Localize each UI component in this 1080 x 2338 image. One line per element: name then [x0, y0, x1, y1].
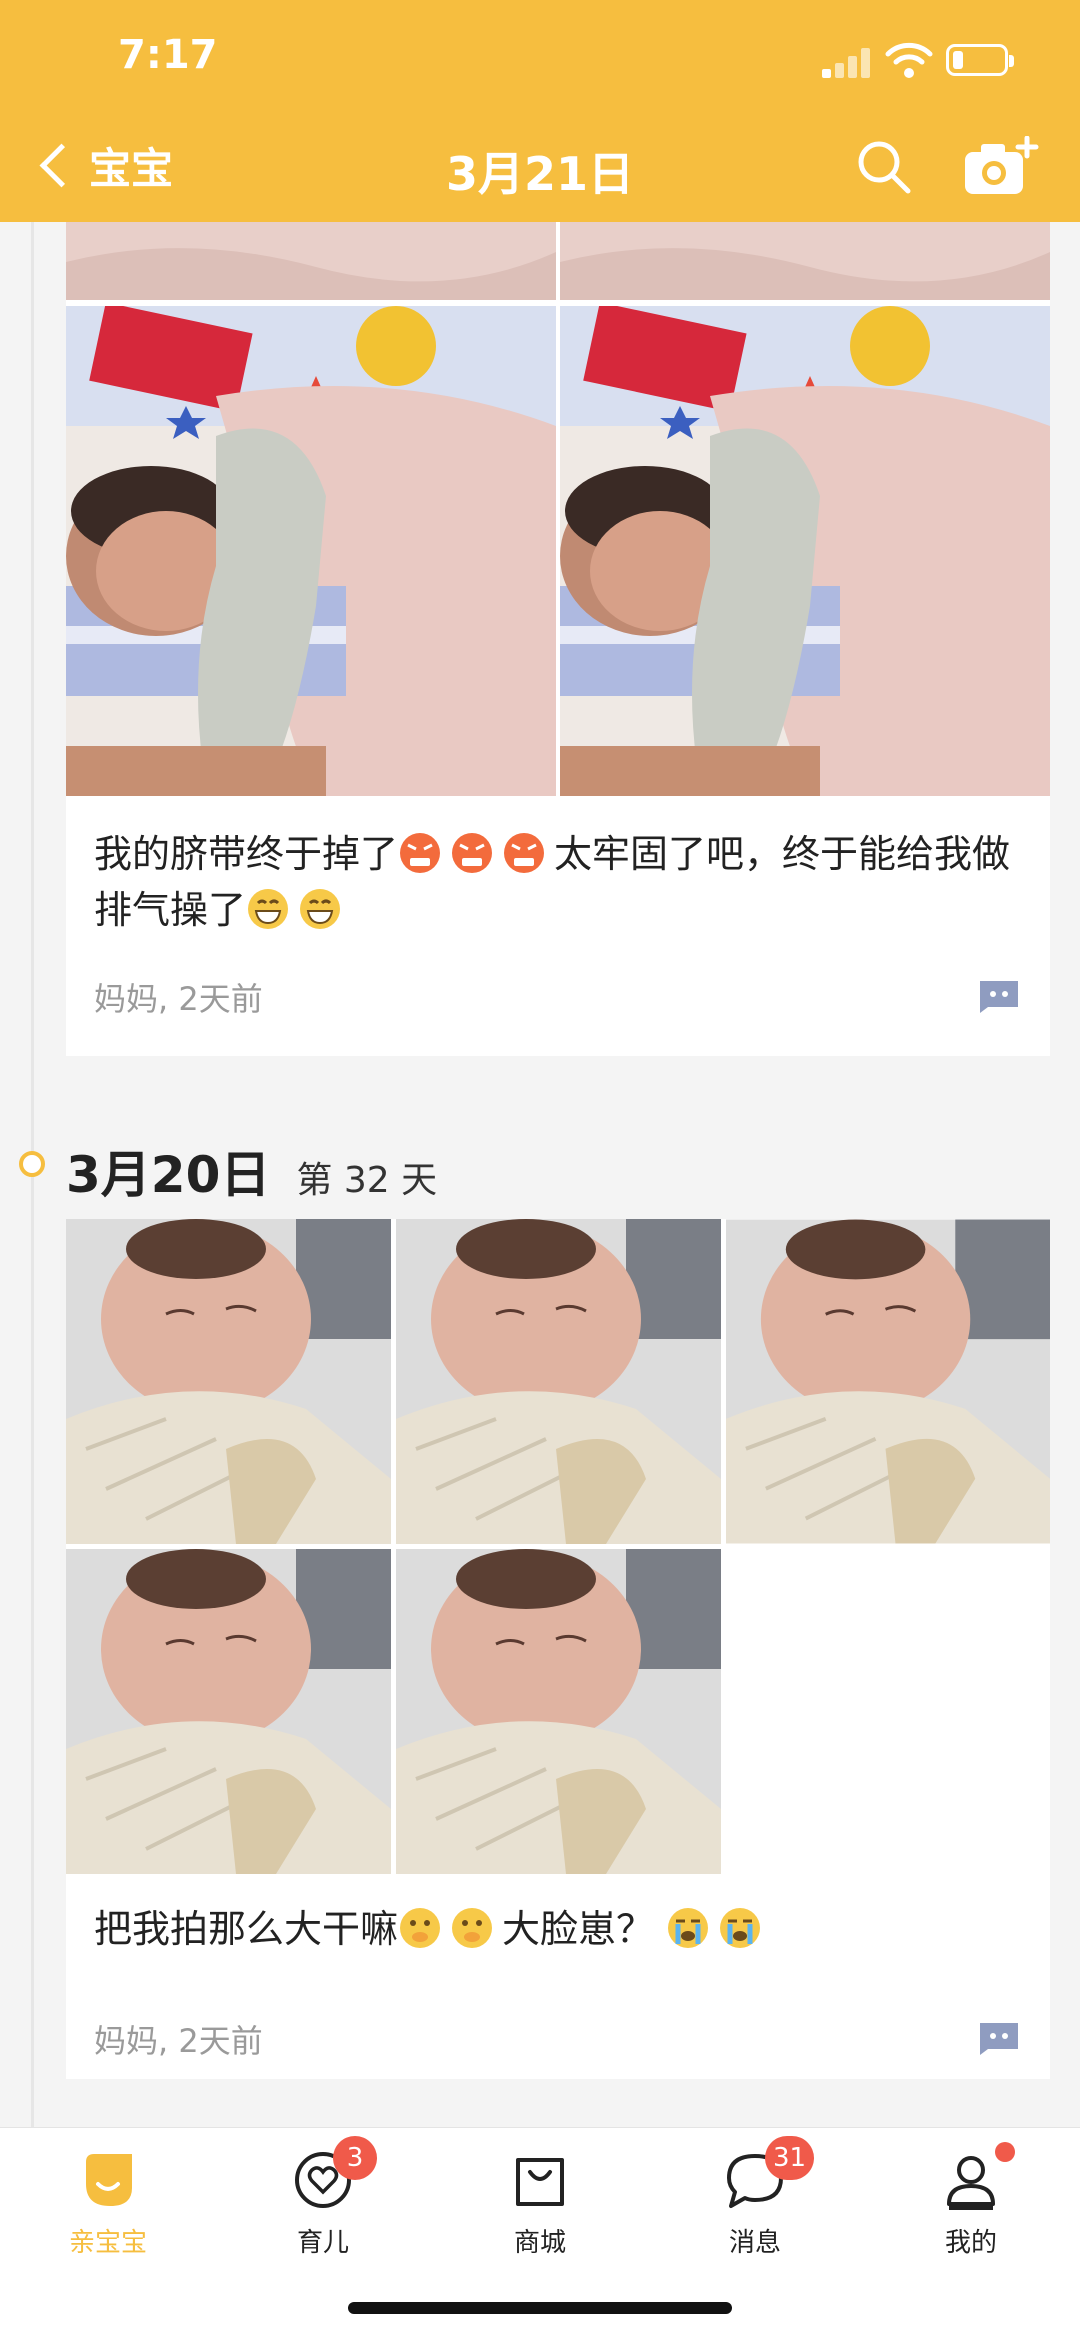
- grin-emoji-icon: [300, 889, 341, 929]
- post-text-part: 把我拍那么大干嘛: [94, 1907, 399, 1951]
- post-author-time: 妈妈, 2天前: [94, 980, 263, 1018]
- photo-thumbnail[interactable]: [396, 1549, 721, 1874]
- photo-thumbnail[interactable]: [726, 1219, 1050, 1544]
- photo-thumbnail[interactable]: [396, 1219, 721, 1544]
- tab-label: 亲宝宝: [68, 2228, 147, 2258]
- tab-shop[interactable]: 商城: [470, 2148, 610, 2259]
- post-card[interactable]: 我的脐带终于掉了 太牢固了吧，终于能给我做排气操了 妈妈, 2天前: [66, 222, 1050, 1056]
- post-text-part: 大脸崽？: [502, 1907, 655, 1951]
- search-icon[interactable]: [855, 138, 913, 196]
- angry-emoji-icon: [452, 833, 493, 873]
- angry-emoji-icon: [400, 833, 441, 873]
- home-indicator: [348, 2302, 732, 2314]
- angry-emoji-icon: [504, 833, 545, 873]
- photo-thumbnail[interactable]: [66, 1219, 391, 1544]
- shush-emoji-icon: [452, 1908, 493, 1948]
- tab-parenting[interactable]: 3 育儿: [253, 2136, 393, 2259]
- tab-home[interactable]: 亲宝宝: [38, 2148, 178, 2259]
- comment-icon[interactable]: [976, 977, 1022, 1013]
- photo-thumbnail[interactable]: [66, 222, 556, 300]
- post-text: 我的脐带终于掉了 太牢固了吧，终于能给我做排气操了: [94, 826, 1024, 938]
- status-time: 7:17: [118, 32, 218, 78]
- camera-add-icon[interactable]: [963, 136, 1039, 198]
- photo-thumbnail[interactable]: [560, 222, 1050, 300]
- tab-profile[interactable]: 我的: [901, 2142, 1041, 2259]
- crying-emoji-icon: [720, 1908, 761, 1948]
- post-text: 把我拍那么大干嘛 大脸崽？: [94, 1901, 1024, 1957]
- notification-badge: 31: [765, 2136, 815, 2180]
- heart-icon: 3: [291, 2136, 377, 2212]
- timeline-date: 3月20日: [66, 1146, 271, 1204]
- shopping-bag-icon: [508, 2148, 572, 2212]
- comment-icon[interactable]: [976, 2019, 1022, 2055]
- tab-label: 我的: [944, 2228, 997, 2258]
- cellular-signal-icon: [822, 48, 874, 78]
- timeline-date-header: 3月20日 第 32 天: [66, 1135, 437, 1207]
- tab-messages[interactable]: 31 消息: [685, 2136, 825, 2259]
- baby-age-days: 第 32 天: [296, 1160, 438, 1201]
- baby-face-icon: [76, 2148, 140, 2212]
- photo-thumbnail[interactable]: [66, 1549, 391, 1874]
- battery-icon: [946, 44, 1014, 76]
- chat-bubble-icon: 31: [723, 2136, 815, 2212]
- photo-thumbnail[interactable]: [560, 306, 1050, 796]
- tab-label: 商城: [513, 2228, 566, 2258]
- person-icon: [939, 2142, 1015, 2212]
- post-text-part: 我的脐带终于掉了: [94, 832, 399, 876]
- shush-emoji-icon: [400, 1908, 441, 1948]
- page-title: 3月21日: [445, 147, 635, 201]
- notification-dot: [995, 2142, 1015, 2162]
- tab-label: 育儿: [296, 2228, 349, 2258]
- post-card[interactable]: 把我拍那么大干嘛 大脸崽？ 妈妈, 2天前: [66, 1219, 1050, 2079]
- photo-thumbnail[interactable]: [66, 306, 556, 796]
- timeline-date-marker: [19, 1151, 45, 1177]
- grin-emoji-icon: [248, 889, 289, 929]
- notification-badge: 3: [333, 2136, 377, 2180]
- top-header: 7:17 宝宝 3月21日: [0, 0, 1080, 222]
- crying-emoji-icon: [668, 1908, 709, 1948]
- wifi-icon: [885, 42, 933, 78]
- tab-label: 消息: [728, 2228, 781, 2258]
- post-author-time: 妈妈, 2天前: [94, 2022, 263, 2060]
